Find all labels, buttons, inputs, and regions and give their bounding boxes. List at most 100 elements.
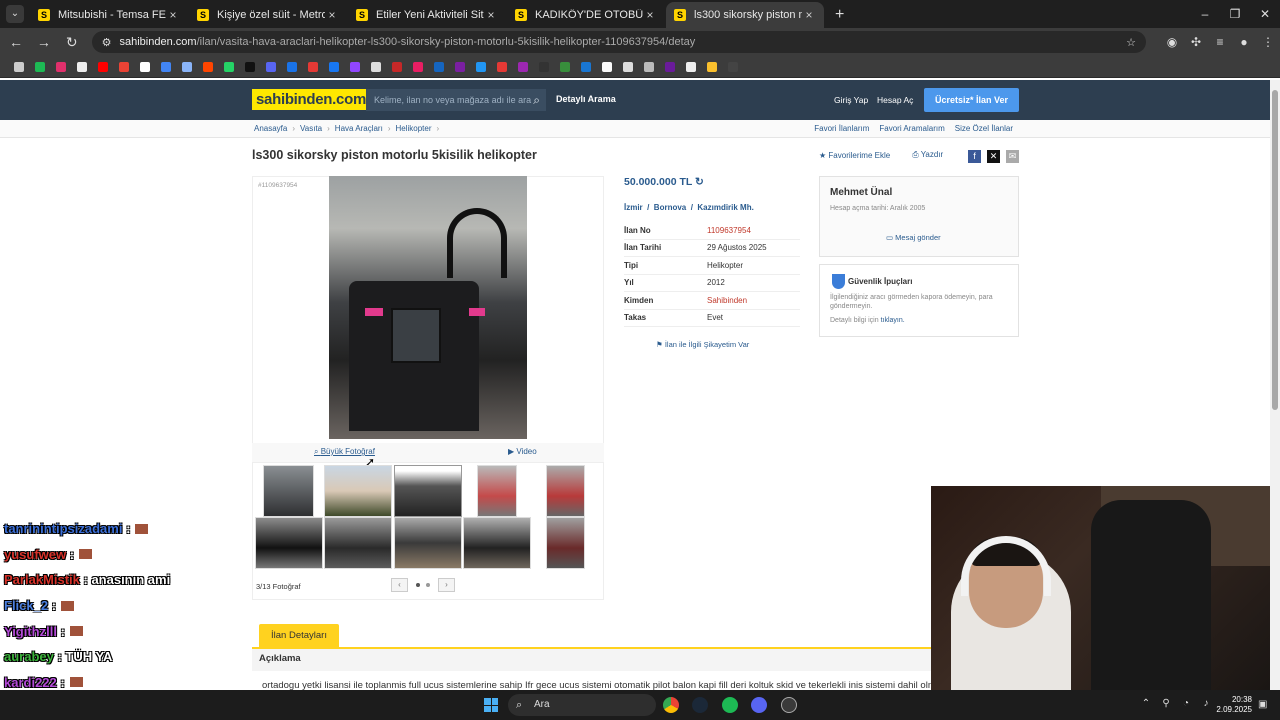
bookmark-icon[interactable] xyxy=(181,61,192,72)
close-window-icon[interactable]: ✕ xyxy=(1250,0,1280,28)
complain-link[interactable]: ⚑ İlan ile İlgili Şikayetim Var xyxy=(656,340,749,349)
x-icon[interactable] xyxy=(76,61,87,72)
photo-thumbnail[interactable] xyxy=(463,517,531,569)
bookmark-icon[interactable] xyxy=(475,61,486,72)
chevron-up-icon[interactable]: ⌃ xyxy=(1136,698,1156,709)
google-icon[interactable] xyxy=(139,61,150,72)
taskbar-search[interactable]: ⌕ Ara xyxy=(508,694,656,716)
gmail-icon[interactable] xyxy=(118,61,129,72)
steam-icon[interactable] xyxy=(692,697,708,713)
x-share-icon[interactable]: ✕ xyxy=(987,150,1000,163)
facebook-icon[interactable] xyxy=(328,61,339,72)
network-icon[interactable]: ⚲ xyxy=(1156,698,1176,709)
discord-icon[interactable] xyxy=(751,697,767,713)
back-icon[interactable]: ← xyxy=(4,34,28,50)
favorite-searches-link[interactable]: Favori Aramalarım xyxy=(879,124,944,133)
browser-tab[interactable]: S Kişiye özel süit - Metrobüse 5 d× xyxy=(189,2,347,28)
tab-listing-details[interactable]: İlan Detayları xyxy=(259,624,339,648)
safety-detail-link[interactable]: tıklayın. xyxy=(881,317,905,324)
location-district[interactable]: Bornova xyxy=(654,203,686,212)
restore-icon[interactable]: ❐ xyxy=(1220,0,1250,28)
for-you-link[interactable]: Size Özel İlanlar xyxy=(955,124,1013,133)
breadcrumb-item[interactable]: Hava Araçları xyxy=(335,124,383,133)
seller-name[interactable]: Mehmet Ünal xyxy=(830,187,892,198)
apps-icon[interactable] xyxy=(13,61,24,72)
photo-thumbnail[interactable] xyxy=(324,517,392,569)
reload-icon[interactable]: ↻ xyxy=(60,34,84,51)
close-tab-icon[interactable]: × xyxy=(484,8,498,22)
bookmark-icon[interactable] xyxy=(706,61,717,72)
bookmark-icon[interactable] xyxy=(391,61,402,72)
browser-tab[interactable]: S Mitsubishi - Temsa FE 839 Mod× xyxy=(30,2,188,28)
login-link[interactable]: Giriş Yap xyxy=(834,95,868,105)
photo-thumbnail-selected[interactable] xyxy=(394,465,462,517)
photo-thumbnail[interactable] xyxy=(477,465,517,517)
bookmark-icon[interactable] xyxy=(496,61,507,72)
scrollbar-thumb[interactable] xyxy=(1272,90,1278,410)
search-input[interactable]: Kelime, ilan no veya mağaza adı ile ara … xyxy=(366,89,546,111)
menu-dots-icon[interactable]: ⋮ xyxy=(1256,35,1280,49)
register-link[interactable]: Hesap Aç xyxy=(877,95,913,105)
bookmark-icon[interactable] xyxy=(559,61,570,72)
bookmark-icon[interactable] xyxy=(160,61,171,72)
send-message-button[interactable]: ▭ Mesaj gönder xyxy=(886,233,941,242)
new-tab-icon[interactable]: + xyxy=(835,6,844,24)
extensions-puzzle-icon[interactable]: ✣ xyxy=(1184,35,1208,49)
spotify-icon[interactable] xyxy=(722,697,738,713)
photo-thumbnail[interactable] xyxy=(546,517,585,569)
breadcrumb-item[interactable]: Vasıta xyxy=(300,124,322,133)
site-logo[interactable]: sahibinden.com xyxy=(252,89,370,110)
bookmark-icon[interactable] xyxy=(664,61,675,72)
whatsapp-icon[interactable] xyxy=(223,61,234,72)
photo-thumbnail[interactable] xyxy=(263,465,314,517)
extension-icon[interactable]: ◉ xyxy=(1160,35,1184,49)
youtube-icon[interactable] xyxy=(97,61,108,72)
twitch-icon[interactable] xyxy=(349,61,360,72)
photo-thumbnail[interactable] xyxy=(324,465,392,517)
photo-thumbnail[interactable] xyxy=(255,517,323,569)
notification-icon[interactable]: ▣ xyxy=(1258,699,1267,710)
browser-tab[interactable]: S Etiler Yeni Aktiviteli Sitede Lüx (× xyxy=(348,2,506,28)
bookmark-icon[interactable] xyxy=(517,61,528,72)
bookmark-icon[interactable] xyxy=(685,61,696,72)
bookmark-icon[interactable] xyxy=(601,61,612,72)
breadcrumb-item[interactable]: Anasayfa xyxy=(254,124,287,133)
add-favorite-button[interactable]: ★ Favorilerime Ekle xyxy=(819,151,890,160)
prev-page-button[interactable]: ‹ xyxy=(391,578,408,592)
browser-tab-active[interactable]: Sls300 sikorsky piston motorlu 5× xyxy=(666,2,824,28)
post-ad-button[interactable]: Ücretsiz* İlan Ver xyxy=(924,88,1019,112)
facebook-share-icon[interactable]: f xyxy=(968,150,981,163)
location-city[interactable]: İzmir xyxy=(624,203,643,212)
reddit-icon[interactable] xyxy=(202,61,213,72)
site-info-icon[interactable]: ⚙ xyxy=(102,36,112,49)
minimize-icon[interactable]: – xyxy=(1190,0,1220,28)
bookmark-icon[interactable] xyxy=(727,61,738,72)
print-button[interactable]: ⎙ Yazdır xyxy=(912,150,943,160)
price-history-icon[interactable]: ↻ xyxy=(695,176,704,188)
email-share-icon[interactable]: ✉ xyxy=(1006,150,1019,163)
app-icon[interactable] xyxy=(781,697,797,713)
windows-start-icon[interactable] xyxy=(484,698,498,712)
chrome-icon[interactable] xyxy=(663,697,679,713)
page-dot[interactable] xyxy=(426,583,430,587)
bookmark-icon[interactable] xyxy=(370,61,381,72)
search-icon[interactable]: ⌕ xyxy=(533,89,540,111)
bookmark-star-icon[interactable]: ☆ xyxy=(1126,36,1136,49)
profile-avatar-icon[interactable]: ● xyxy=(1232,35,1256,49)
tab-search-icon[interactable]: ⌄ xyxy=(6,5,24,23)
close-tab-icon[interactable]: × xyxy=(802,8,816,22)
photo-thumbnail[interactable] xyxy=(394,517,462,569)
instagram-icon[interactable] xyxy=(55,61,66,72)
location-neighborhood[interactable]: Kazımdirik Mh. xyxy=(697,203,753,212)
media-icon[interactable]: ≡ xyxy=(1208,35,1232,49)
forward-icon[interactable]: → xyxy=(32,34,56,50)
wifi-icon[interactable]: ◔ xyxy=(1176,698,1196,709)
page-dot[interactable] xyxy=(416,583,420,587)
bookmark-icon[interactable] xyxy=(580,61,591,72)
bookmark-icon[interactable] xyxy=(307,61,318,72)
address-bar[interactable]: ⚙ sahibinden.com/ilan/vasita-hava-aracla… xyxy=(91,31,1147,53)
bookmark-icon[interactable] xyxy=(454,61,465,72)
bookmark-icon[interactable] xyxy=(412,61,423,72)
bookmark-icon[interactable] xyxy=(643,61,654,72)
video-link[interactable]: ▶ Video xyxy=(508,447,537,456)
